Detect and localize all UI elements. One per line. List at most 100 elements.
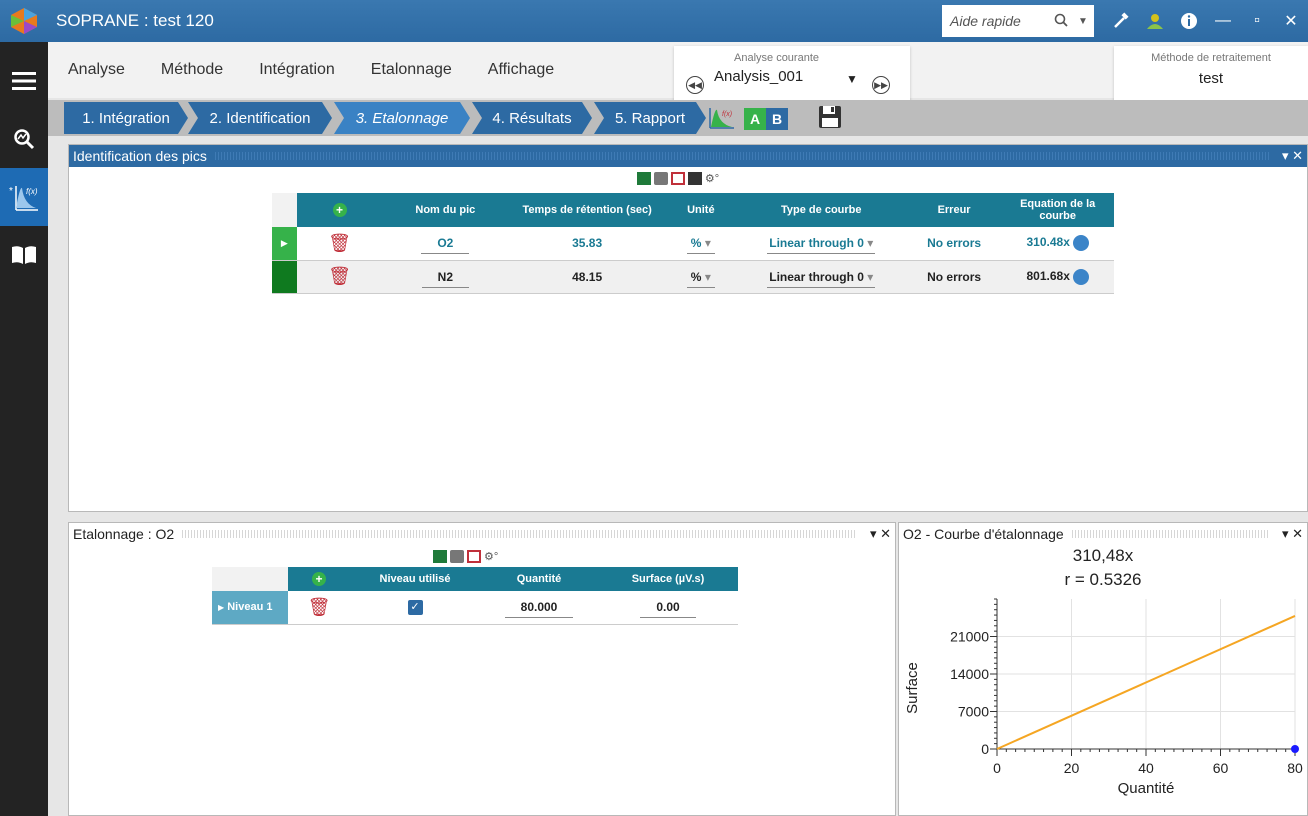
equation-value: 310.48x (1026, 235, 1070, 250)
current-analysis-value[interactable]: Analysis_001 (714, 68, 803, 85)
curve-type-select[interactable]: Linear through 0 ▾ (767, 269, 876, 288)
y-tick-label: 0 (981, 741, 989, 757)
step-etalonnage[interactable]: 3. Etalonnage (334, 102, 470, 134)
calibration-panel: Etalonnage : O2 ▾ ✕ ⚙° + Niveau utilisé … (68, 522, 896, 816)
table-row[interactable]: 🗑 N2 48.15 % ▾ Linear through 0 ▾ No err… (272, 260, 1114, 294)
y-tick-label: 14000 (950, 666, 989, 682)
curve-panel-title: O2 - Courbe d'étalonnage (903, 526, 1064, 542)
trash-icon[interactable]: 🗑 (328, 233, 351, 253)
equation-icon[interactable] (1072, 268, 1089, 285)
col-surface: Surface (µV.s) (598, 567, 738, 591)
chevron-down-icon[interactable]: ▼ (1072, 16, 1094, 27)
menu-item-analyse[interactable]: Analyse (68, 61, 125, 79)
excel-icon[interactable] (433, 549, 447, 563)
quick-help-input[interactable]: Aide rapide ▼ (942, 5, 1094, 37)
method-selector[interactable]: Méthode de retraitement test (1114, 46, 1308, 102)
equation-icon[interactable] (1072, 235, 1089, 252)
settings-icon[interactable]: ⚙° (484, 550, 498, 563)
plus-icon[interactable]: + (312, 572, 326, 586)
menu-item-methode[interactable]: Méthode (161, 61, 223, 79)
step-resultats[interactable]: 4. Résultats (472, 102, 592, 134)
menu-bar: Analyse Méthode Intégration Etalonnage A… (48, 42, 1308, 102)
curve-panel-header: O2 - Courbe d'étalonnage ▾ ✕ (899, 523, 1307, 545)
current-analysis-selector[interactable]: Analyse courante ◀◀ Analysis_001 ▼ ▶▶ (674, 46, 910, 102)
menu-item-etalonnage[interactable]: Etalonnage (371, 61, 452, 79)
close-icon[interactable]: ✕ (1274, 0, 1308, 42)
trash-icon[interactable]: 🗑 (308, 597, 331, 617)
unit-select[interactable]: % ▾ (686, 236, 715, 255)
trash-icon[interactable]: 🗑 (328, 266, 351, 286)
plus-icon[interactable]: + (332, 203, 347, 217)
calibration-icon[interactable]: * f(x) (0, 168, 48, 226)
panel-close-icon[interactable]: ▾ ✕ (1277, 526, 1307, 542)
excel-icon[interactable] (636, 171, 651, 185)
calibration-curve-icon[interactable]: f(x) (708, 106, 736, 133)
col-quantity: Quantité (480, 567, 598, 591)
app-logo-icon (0, 0, 48, 42)
analysis-search-icon[interactable] (0, 110, 48, 168)
menu-item-affichage[interactable]: Affichage (488, 61, 554, 79)
curve-type-select[interactable]: Linear through 0 ▾ (767, 236, 876, 255)
quantity-value[interactable]: 80.000 (504, 600, 574, 619)
surface-value[interactable]: 0.00 (640, 600, 696, 619)
peak-name[interactable]: N2 (421, 269, 469, 288)
app-title: SOPRANE : test 120 (56, 11, 214, 30)
calibration-panel-title: Etalonnage : O2 (73, 526, 175, 542)
search-icon[interactable] (1050, 13, 1072, 30)
table-row[interactable]: ▶ 🗑 O2 35.83 % ▾ Linear through 0 ▾ No e… (272, 227, 1114, 261)
add-peak-button[interactable]: + (296, 193, 383, 227)
save-icon[interactable] (818, 105, 842, 132)
y-tick-label: 21000 (950, 629, 989, 645)
peak-name[interactable]: O2 (421, 236, 470, 255)
panel-close-icon[interactable]: ▾ ✕ (865, 526, 895, 542)
next-analysis-icon[interactable]: ▶▶ (872, 76, 890, 94)
a-button[interactable]: A (744, 108, 766, 130)
step-rapport[interactable]: 5. Rapport (594, 102, 706, 134)
menu-item-integration[interactable]: Intégration (259, 61, 335, 79)
chevron-right-icon: ▶ (218, 603, 225, 613)
export-pdf-icon[interactable] (670, 171, 685, 185)
step-integration[interactable]: 1. Intégration (64, 102, 188, 134)
panel-grip[interactable] (1071, 530, 1269, 538)
minimize-icon[interactable]: — (1206, 0, 1240, 42)
step-identification[interactable]: 2. Identification (188, 102, 332, 134)
level-used-checkbox[interactable]: ✓ (407, 600, 423, 616)
hamburger-menu-icon[interactable] (0, 52, 48, 110)
previous-analysis-icon[interactable]: ◀◀ (686, 76, 704, 94)
y-axis-label: Surface (904, 662, 921, 714)
panel-close-icon[interactable]: ▾ ✕ (1277, 148, 1307, 164)
hammer-icon[interactable] (1104, 0, 1138, 42)
info-icon[interactable] (1172, 0, 1206, 42)
left-rail: * f(x) (0, 42, 48, 816)
unit-select[interactable]: % ▾ (686, 269, 715, 288)
error-status: No errors (906, 260, 1002, 294)
b-button[interactable]: B (766, 108, 788, 130)
chevron-down-icon[interactable]: ▼ (846, 72, 858, 86)
col-level-used: Niveau utilisé (350, 567, 480, 591)
svg-text:f(x): f(x) (722, 111, 732, 118)
level-row-header[interactable]: ▶ Niveau 1 (212, 591, 288, 625)
camera-icon[interactable] (450, 549, 464, 563)
maximize-icon[interactable]: ▫ (1240, 0, 1274, 42)
svg-text:f(x): f(x) (26, 187, 38, 196)
row-selector[interactable] (272, 260, 297, 294)
x-tick-label: 60 (1213, 760, 1229, 776)
book-icon[interactable] (0, 226, 48, 284)
workflow-steps: 1. Intégration 2. Identification 3. Etal… (48, 100, 1308, 136)
col-peak-name: Nom du pic (382, 193, 509, 227)
table-row[interactable]: ▶ Niveau 1 🗑 ✓ 80.000 0.00 (212, 591, 738, 625)
panel-grip[interactable] (214, 152, 1269, 160)
calibration-chart[interactable]: 0 20 40 60 80 0 7000 14000 21000 Quantité Surface (899, 589, 1307, 815)
print-icon[interactable] (687, 171, 702, 185)
user-icon[interactable] (1138, 0, 1172, 42)
export-pdf-icon[interactable] (467, 549, 481, 563)
camera-icon[interactable] (653, 171, 668, 185)
panel-grip[interactable] (182, 530, 857, 538)
settings-icon[interactable]: ⚙° (705, 172, 719, 185)
calibration-panel-header: Etalonnage : O2 ▾ ✕ (69, 523, 895, 545)
x-axis-label: Quantité (1118, 780, 1175, 797)
method-value[interactable]: test (1114, 70, 1308, 87)
add-level-button[interactable]: + (288, 567, 350, 591)
x-tick-label: 20 (1064, 760, 1080, 776)
row-selector[interactable]: ▶ (272, 227, 297, 261)
